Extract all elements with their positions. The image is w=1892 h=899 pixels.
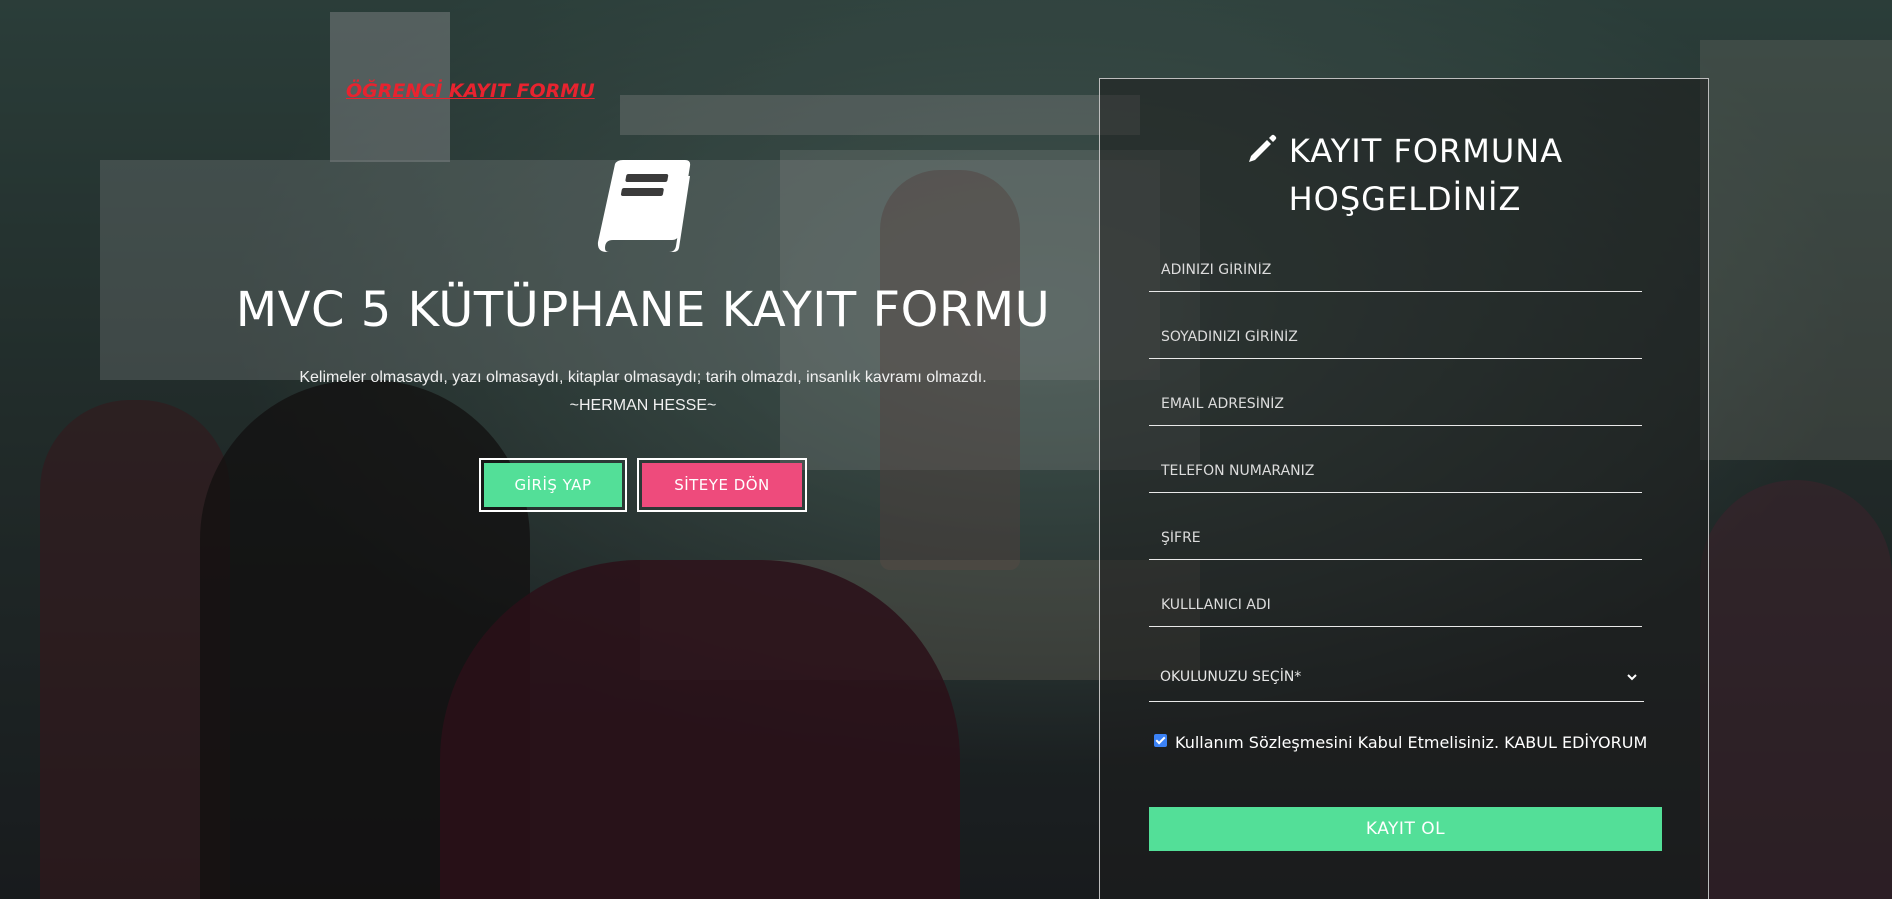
last-name-input[interactable] [1149, 316, 1642, 358]
form-title-line1: KAYIT FORMUNA [1288, 132, 1564, 170]
phone-input[interactable] [1149, 450, 1642, 492]
hero-buttons: GİRİŞ YAP SİTEYE DÖN [200, 458, 1086, 512]
username-input[interactable] [1149, 584, 1642, 626]
quote-text: Kelimeler olmasaydı, yazı olmasaydı, kit… [299, 369, 987, 386]
login-button-label: GİRİŞ YAP [484, 463, 622, 507]
terms-checkbox[interactable] [1154, 734, 1167, 747]
hero-section: MVC 5 KÜTÜPHANE KAYIT FORMU Kelimeler ol… [200, 160, 1086, 512]
username-field [1149, 584, 1642, 627]
first-name-input[interactable] [1149, 249, 1642, 291]
first-name-field [1149, 249, 1642, 292]
form-title-line2: HOŞGELDİNİZ [1288, 180, 1522, 218]
email-input[interactable] [1149, 383, 1642, 425]
back-to-site-button-label: SİTEYE DÖN [642, 463, 802, 507]
terms-text: Kullanım Sözleşmesini Kabul Etmelisiniz.… [1175, 733, 1648, 752]
chevron-down-icon [1627, 674, 1637, 681]
book-icon [597, 160, 691, 252]
terms-consent: Kullanım Sözleşmesini Kabul Etmelisiniz.… [1149, 730, 1649, 755]
email-field [1149, 383, 1642, 426]
back-to-site-button[interactable]: SİTEYE DÖN [637, 458, 807, 512]
hero-title: MVC 5 KÜTÜPHANE KAYIT FORMU [235, 282, 1051, 338]
password-field [1149, 517, 1642, 560]
quote-author: ~HERMAN HESSE~ [569, 397, 717, 414]
password-input[interactable] [1149, 517, 1642, 559]
school-select-value: OKULUNUZU SEÇİN* [1160, 669, 1302, 685]
student-register-link[interactable]: ÖĞRENCİ KAYIT FORMU [346, 80, 595, 102]
registration-panel: KAYIT FORMUNA HOŞGELDİNİZ OKULUNUZU SEÇİ… [1099, 78, 1709, 899]
page: ÖĞRENCİ KAYIT FORMU MVC 5 KÜTÜPHANE KAYI… [0, 0, 1892, 899]
phone-field [1149, 450, 1642, 493]
login-button[interactable]: GİRİŞ YAP [479, 458, 627, 512]
register-button[interactable]: KAYIT OL [1149, 807, 1662, 851]
form-title: KAYIT FORMUNA HOŞGELDİNİZ [1100, 127, 1710, 223]
last-name-field [1149, 316, 1642, 359]
pencil-icon [1248, 134, 1277, 162]
school-select[interactable]: OKULUNUZU SEÇİN* [1149, 655, 1644, 702]
